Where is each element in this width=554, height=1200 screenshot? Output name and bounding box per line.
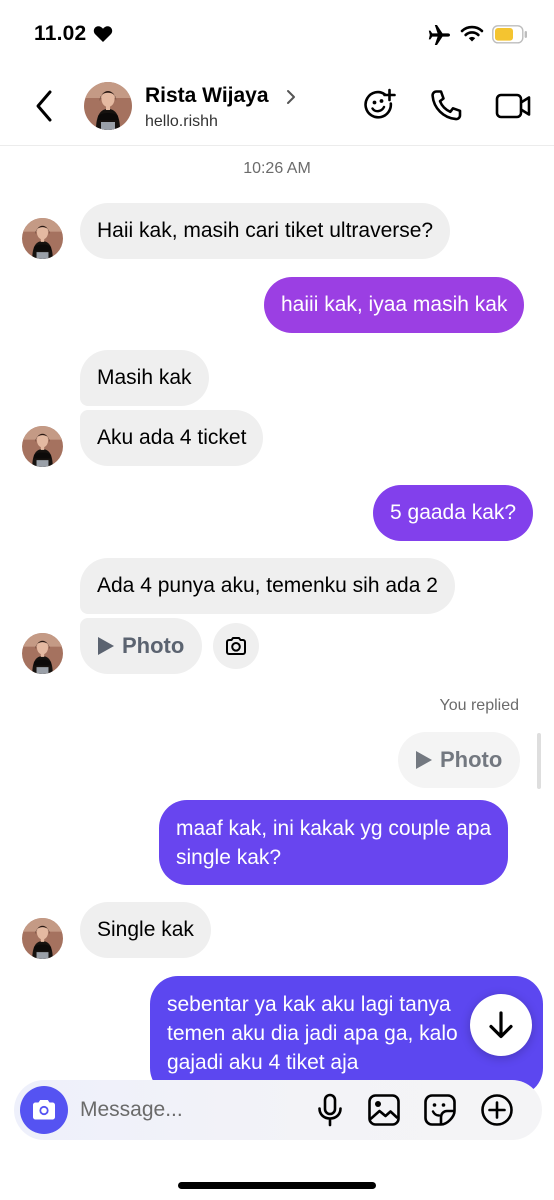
contact-avatar-small[interactable] <box>22 633 63 674</box>
reply-indicator-bar <box>537 733 541 789</box>
photo-label: Photo <box>440 747 503 772</box>
outgoing-message[interactable]: haiii kak, iyaa masih kak <box>264 277 525 333</box>
battery-icon <box>492 25 527 44</box>
sticker-face-plus-icon[interactable] <box>359 86 399 126</box>
phone-icon[interactable] <box>426 86 466 126</box>
contact-avatar-small[interactable] <box>22 918 63 959</box>
contact-avatar-small[interactable] <box>22 426 63 467</box>
photo-attachment[interactable]: Photo <box>80 618 203 674</box>
incoming-message[interactable]: Masih kak <box>80 350 209 406</box>
incoming-message[interactable]: Haii kak, masih cari tiket ultraverse? <box>80 203 451 259</box>
chevron-right-icon[interactable] <box>284 88 298 106</box>
outgoing-message[interactable]: maaf kak, ini kakak yg couple apa single… <box>159 800 509 885</box>
message-text-line: maaf kak, ini kakak yg couple apa <box>176 817 492 840</box>
contact-avatar[interactable] <box>84 82 132 130</box>
status-bar: 11.02 <box>0 0 554 68</box>
chat-header: Rista Wijaya hello.rishh <box>0 68 554 146</box>
sticker-icon[interactable] <box>422 1092 458 1128</box>
contact-avatar-small[interactable] <box>22 218 63 259</box>
replied-photo-attachment[interactable]: Photo <box>398 732 521 788</box>
camera-icon <box>33 1100 55 1120</box>
message-text-line: gajadi aku 4 tiket aja <box>167 1051 359 1074</box>
message-text: Masih kak <box>97 366 192 389</box>
message-text: Aku ada 4 ticket <box>97 426 247 449</box>
microphone-icon[interactable] <box>312 1092 348 1128</box>
play-icon <box>98 637 114 655</box>
camera-button[interactable] <box>20 1086 68 1134</box>
reply-context-label: You replied <box>439 697 519 714</box>
heart-icon <box>93 26 113 42</box>
status-time: 11.02 <box>34 22 87 45</box>
play-icon <box>416 751 432 769</box>
message-text: 5 gaada kak? <box>390 501 517 524</box>
arrow-down-icon <box>489 1011 513 1039</box>
wifi-icon <box>460 25 484 42</box>
message-input[interactable] <box>80 1094 290 1126</box>
contact-username: hello.rishh <box>145 113 218 130</box>
camera-icon <box>226 637 246 655</box>
incoming-message[interactable]: Single kak <box>80 902 211 958</box>
message-text-line: single kak? <box>176 846 282 869</box>
plus-circle-icon[interactable] <box>479 1092 515 1128</box>
airplane-icon <box>428 25 450 45</box>
message-text: Haii kak, masih cari tiket ultraverse? <box>97 219 434 242</box>
message-text: Single kak <box>97 918 194 941</box>
message-composer <box>14 1080 542 1140</box>
scroll-to-bottom-button[interactable] <box>470 994 532 1056</box>
contact-name[interactable]: Rista Wijaya <box>145 84 269 108</box>
message-text: Ada 4 punya aku, temenku sih ada 2 <box>97 574 438 597</box>
outgoing-message[interactable]: 5 gaada kak? <box>373 485 534 541</box>
incoming-message[interactable]: Ada 4 punya aku, temenku sih ada 2 <box>80 558 455 614</box>
chevron-left-icon[interactable] <box>30 86 60 126</box>
message-timestamp: 10:26 AM <box>243 160 311 177</box>
home-indicator <box>178 1182 376 1189</box>
camera-reply-button[interactable] <box>213 623 259 669</box>
photo-label: Photo <box>122 633 185 658</box>
video-camera-icon[interactable] <box>493 86 533 126</box>
message-text: haiii kak, iyaa masih kak <box>281 293 508 316</box>
incoming-message[interactable]: Aku ada 4 ticket <box>80 410 264 466</box>
image-icon[interactable] <box>366 1092 402 1128</box>
